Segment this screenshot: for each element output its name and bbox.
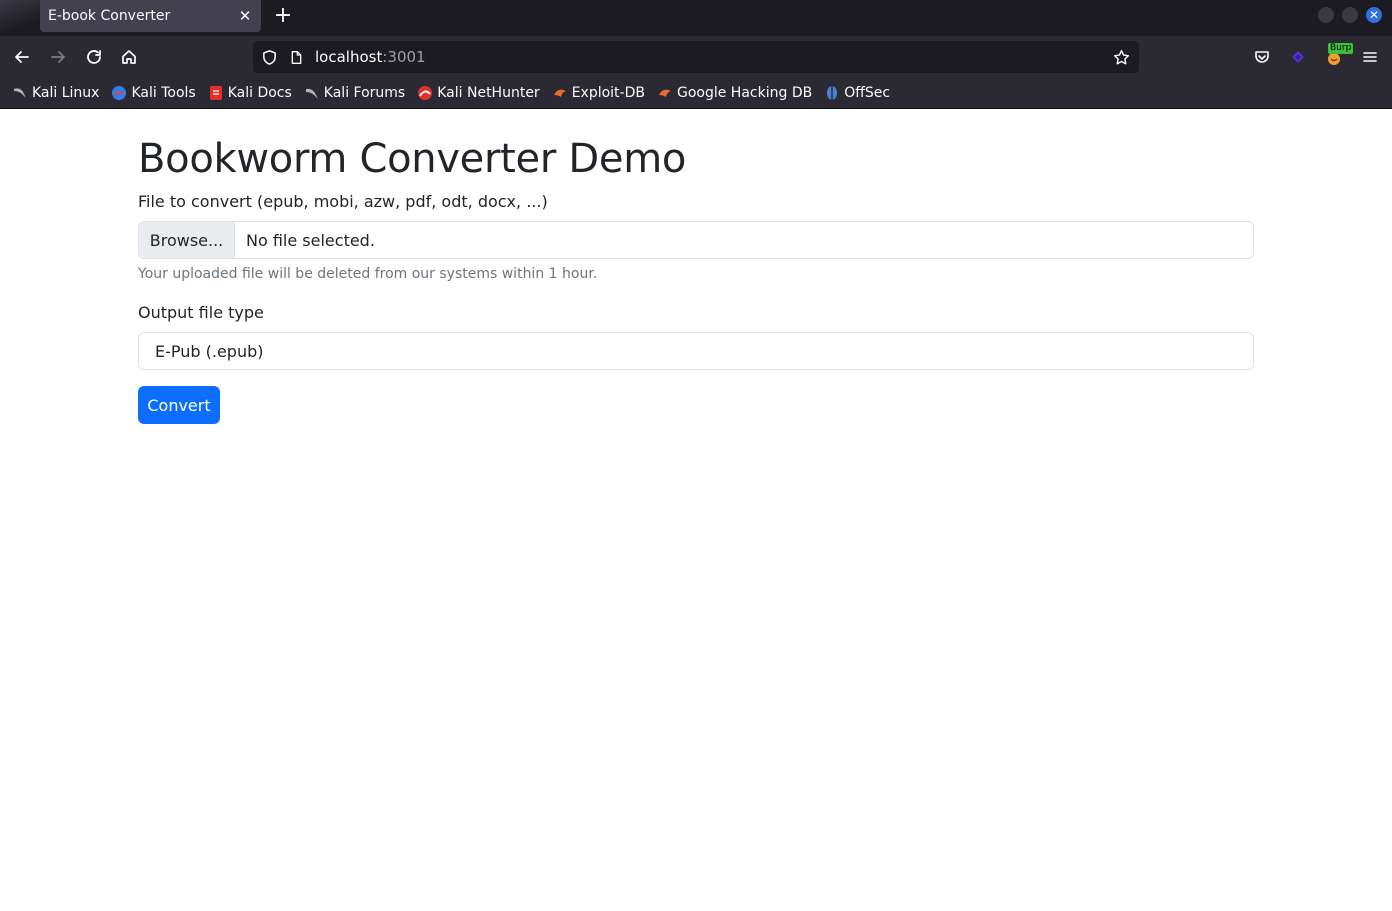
back-icon[interactable]	[8, 43, 36, 71]
bookmark-google-hacking-db[interactable]: Google Hacking DB	[653, 80, 816, 106]
shield-icon[interactable]	[253, 41, 285, 73]
tab-ebook-converter[interactable]: E-book Converter ✕	[40, 0, 261, 32]
home-icon[interactable]	[115, 43, 143, 71]
output-type-select[interactable]: E-Pub (.epub)	[138, 332, 1254, 370]
url-host: localhost	[315, 48, 383, 66]
window-minimize-button[interactable]	[1318, 7, 1334, 23]
kali-forums-icon	[304, 85, 320, 101]
bookmarks-toolbar: Kali Linux Kali Tools Kali Docs Kali For…	[0, 78, 1392, 109]
bookmark-label: OffSec	[844, 85, 891, 101]
bookmark-label: Exploit-DB	[571, 85, 645, 101]
window-maximize-button[interactable]	[1342, 7, 1358, 23]
ghdb-icon	[657, 85, 673, 101]
bookmark-exploit-db[interactable]: Exploit-DB	[548, 80, 649, 106]
url-bar[interactable]: localhost:3001	[253, 41, 1139, 73]
convert-button[interactable]: Convert	[138, 386, 220, 424]
bookmark-kali-linux[interactable]: Kali Linux	[8, 80, 103, 106]
bookmark-kali-nethunter[interactable]: Kali NetHunter	[413, 80, 543, 106]
tab-strip: E-book Converter ✕ + ✕	[0, 0, 1392, 36]
bookmark-kali-docs[interactable]: Kali Docs	[204, 80, 296, 106]
page-content: Bookworm Converter Demo File to convert …	[0, 109, 1392, 911]
bookmark-label: Kali Docs	[227, 85, 292, 101]
extension-icon[interactable]	[1284, 43, 1312, 71]
forward-icon[interactable]	[44, 43, 72, 71]
bookmark-kali-tools[interactable]: Kali Tools	[107, 80, 199, 106]
offsec-icon	[824, 85, 840, 101]
tab-title: E-book Converter	[48, 8, 171, 24]
tab-close-icon[interactable]: ✕	[233, 4, 257, 28]
nethunter-icon	[417, 85, 433, 101]
page-title: Bookworm Converter Demo	[138, 136, 687, 182]
reload-icon[interactable]	[80, 43, 108, 71]
bookmark-label: Google Hacking DB	[676, 85, 813, 101]
window-close-button[interactable]: ✕	[1366, 7, 1382, 23]
kali-dragon-icon	[12, 85, 28, 101]
menu-icon[interactable]	[1356, 43, 1384, 71]
file-input[interactable]: Browse... No file selected.	[138, 221, 1254, 259]
bookmark-kali-forums[interactable]: Kali Forums	[300, 80, 409, 106]
kali-docs-icon	[208, 85, 224, 101]
url-text[interactable]: localhost:3001	[307, 48, 1105, 66]
bookmark-label: Kali Linux	[32, 85, 100, 101]
bookmark-offsec[interactable]: OffSec	[820, 80, 894, 106]
bookmark-label: Kali Tools	[131, 85, 196, 101]
new-tab-icon[interactable]: +	[270, 3, 296, 29]
file-label: File to convert (epub, mobi, azw, pdf, o…	[138, 192, 548, 211]
bookmark-label: Kali Forums	[323, 85, 406, 101]
titlebar-artwork	[0, 0, 40, 36]
exploit-db-icon	[552, 85, 568, 101]
page-icon[interactable]	[285, 41, 307, 73]
file-status: No file selected.	[246, 230, 375, 250]
burp-badge: Burp	[1328, 43, 1354, 54]
output-type-label: Output file type	[138, 303, 264, 322]
browse-button[interactable]: Browse...	[139, 222, 235, 258]
bookmark-label: Kali NetHunter	[437, 85, 540, 101]
star-icon[interactable]	[1105, 41, 1137, 73]
kali-tools-icon	[111, 85, 127, 101]
url-port: :3001	[382, 48, 426, 66]
pocket-icon[interactable]	[1248, 43, 1276, 71]
navigation-toolbar: localhost:3001 Burp	[0, 36, 1392, 78]
help-text: Your uploaded file will be deleted from …	[138, 266, 598, 282]
